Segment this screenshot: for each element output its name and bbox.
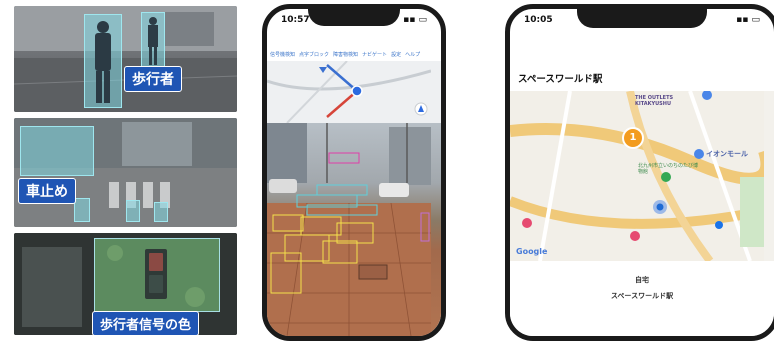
tab-help[interactable]: ヘルプ [405, 51, 420, 58]
pedestrian-label: 歩行者 [124, 66, 182, 92]
origin-label: 自宅 [635, 276, 649, 284]
bollard-label: 車止め [18, 178, 76, 204]
pedestrian-bbox-2 [141, 12, 165, 68]
feature-tabs: 信号機検知 点字ブロック 障害物検知 ナビゲート 設定 ヘルプ [267, 49, 441, 60]
pedestrian-photo: 歩行者 [14, 6, 237, 112]
signal-label: 歩行者信号の色 [92, 311, 200, 335]
destination-label: スペースワールド駅 [610, 292, 674, 300]
pedestrian-figure-2 [148, 17, 158, 65]
detection-overlay [267, 123, 431, 336]
phone-map: 10:05 ▪▪ ▭ スペースワールド駅 THE OUTLETS KITAKYU… [505, 4, 774, 341]
bollard-bbox-2 [126, 200, 140, 222]
place-aeon: イオンモール [706, 150, 748, 158]
status-bar: 10:05 ▪▪ ▭ [524, 15, 760, 25]
tab-signal-detect[interactable]: 信号機検知 [270, 51, 295, 58]
bollard-bbox-1 [74, 198, 90, 222]
place-museum: 北九州市立いのちのたび博物館 [638, 163, 699, 175]
station-title: スペースワールド駅 [510, 69, 774, 91]
pedestrian-bbox-1 [84, 14, 122, 108]
bollard-photo: 車止め [14, 118, 237, 227]
place-outlets: THE OUTLETS KITAKYUSHU [635, 95, 674, 107]
street-scene [14, 6, 237, 112]
route-info: 自宅 スペースワールド駅 [510, 261, 774, 336]
route-marker[interactable]: 1 [622, 127, 644, 149]
status-time: 10:57 [281, 15, 310, 25]
station-map[interactable]: THE OUTLETS KITAKYUSHU イオンモール 北九州市立いのちのた… [510, 90, 774, 264]
tab-obstacle-detect[interactable]: 障害物検知 [333, 51, 358, 58]
pedestrian-signal-icon [95, 239, 219, 311]
tab-settings[interactable]: 設定 [391, 51, 401, 58]
signal-battery-icon: ▪▪ ▭ [736, 15, 760, 25]
tab-braille-block[interactable]: 点字ブロック [299, 51, 329, 58]
pedestrian-figure-1 [95, 21, 111, 103]
google-logo: Google [516, 247, 548, 256]
signal-bbox [94, 238, 220, 312]
signal-photo: 歩行者信号の色 [14, 233, 237, 335]
map-roads [510, 90, 773, 264]
camera-view [267, 123, 441, 336]
mini-map-roads [267, 60, 432, 124]
status-bar: 10:57 ▪▪ ▭ [281, 15, 427, 25]
status-time: 10:05 [524, 15, 553, 25]
bollard-bbox-top [20, 126, 94, 176]
mini-map[interactable] [267, 60, 441, 124]
tab-navigate[interactable]: ナビゲート [362, 51, 387, 58]
phone-navigation: 10:57 ▪▪ ▭ 信号機検知 点字ブロック 障害物検知 ナビゲート 設定 ヘ… [262, 4, 446, 341]
bollard-bbox-3 [154, 202, 168, 222]
signal-battery-icon: ▪▪ ▭ [403, 15, 427, 25]
